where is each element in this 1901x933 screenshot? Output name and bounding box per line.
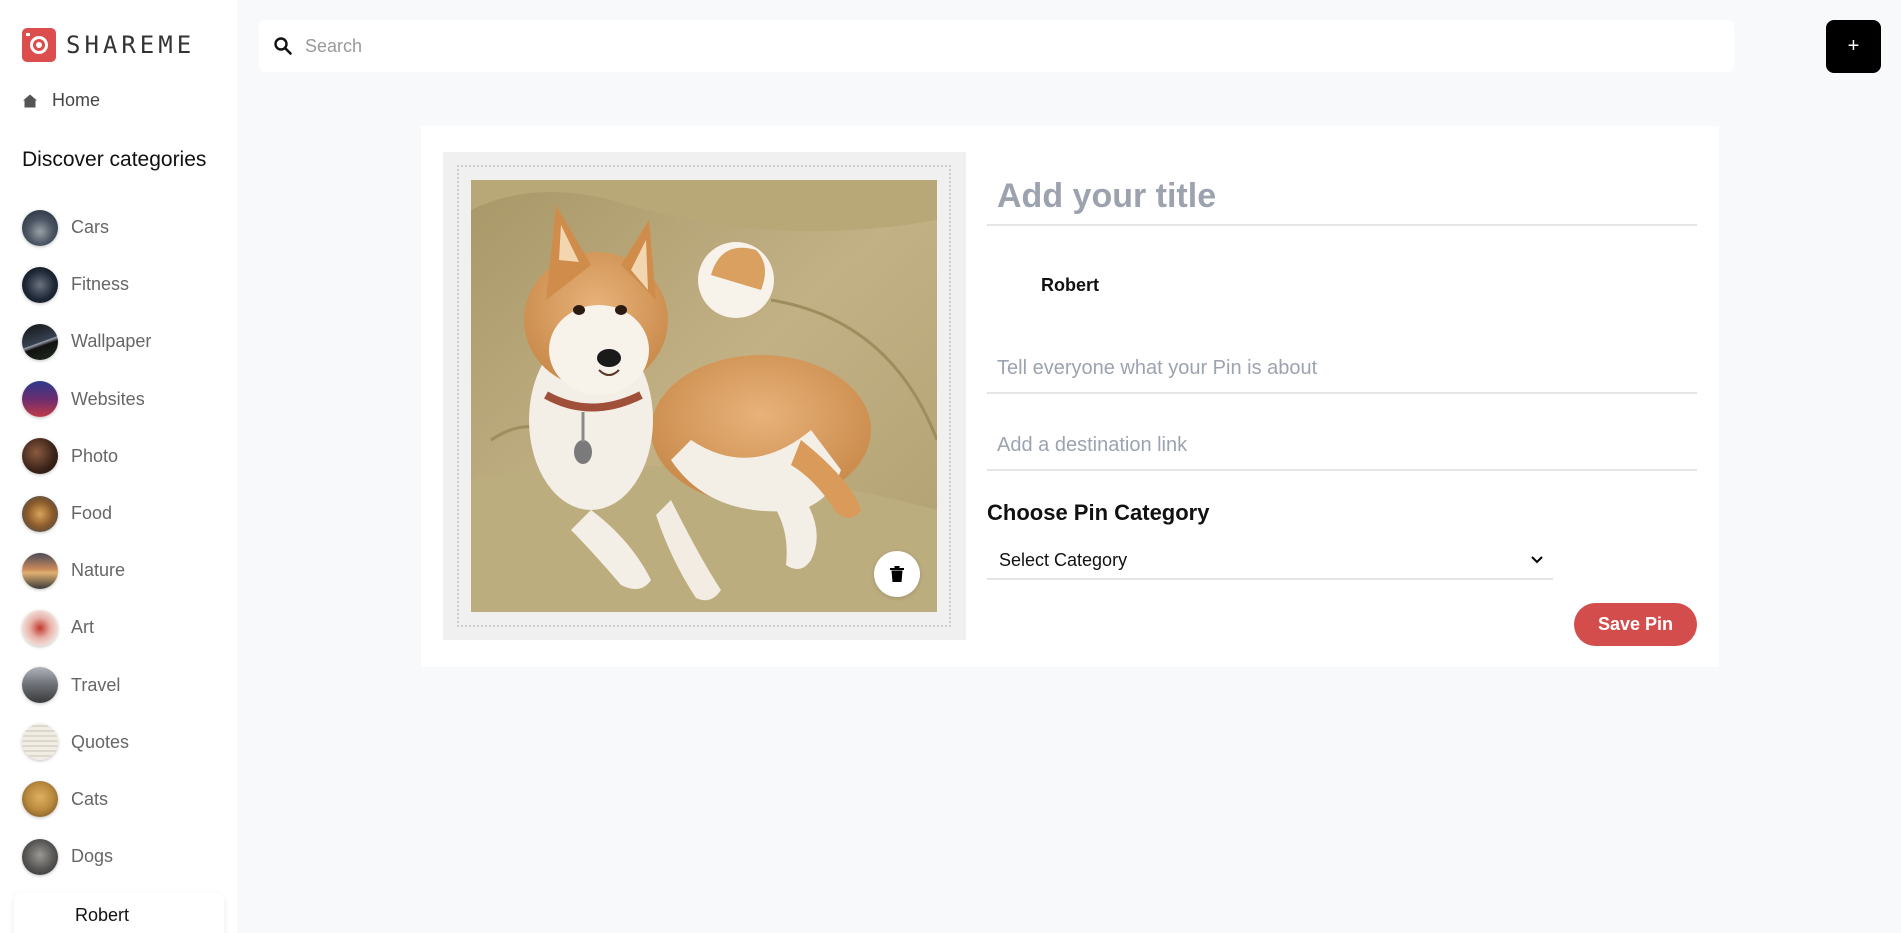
category-thumbnail — [22, 438, 58, 475]
sidebar-item-label: Dogs — [71, 846, 114, 867]
sidebar-item-wallpaper[interactable]: Wallpaper — [22, 313, 151, 370]
category-thumbnail — [22, 381, 58, 418]
app-logo[interactable]: SHAREME — [22, 28, 195, 62]
title-input[interactable] — [987, 168, 1697, 226]
sidebar-item-label: Art — [71, 617, 95, 638]
search-icon — [274, 37, 292, 55]
sidebar-item-quotes[interactable]: Quotes — [22, 714, 151, 771]
sidebar-item-fitness[interactable]: Fitness — [22, 256, 151, 313]
home-icon — [23, 94, 37, 107]
sidebar-item-cats[interactable]: Cats — [22, 771, 151, 828]
sidebar-item-label: Fitness — [71, 274, 130, 295]
sidebar-item-label: Nature — [71, 560, 126, 581]
logo-text: SHAREME — [66, 31, 196, 59]
sidebar-item-label: Photo — [71, 445, 119, 466]
category-thumbnail — [22, 552, 58, 589]
sidebar-item-home[interactable]: Home — [22, 90, 100, 111]
sidebar-item-label: Wallpaper — [71, 331, 152, 352]
save-pin-button[interactable]: Save Pin — [1574, 603, 1697, 646]
category-thumbnail — [22, 838, 58, 875]
sidebar-item-label: Cars — [71, 217, 110, 238]
sidebar-item-label: Home — [52, 90, 101, 110]
search-input[interactable] — [305, 35, 1685, 57]
camera-icon — [22, 28, 56, 62]
category-thumbnail — [22, 495, 58, 532]
chevron-down-icon — [1531, 556, 1543, 564]
sidebar-item-nature[interactable]: Nature — [22, 542, 151, 599]
category-list: Cars Fitness Wallpaper Websites Photo Fo… — [22, 199, 151, 885]
user-name: Robert — [75, 905, 130, 925]
search-bar[interactable] — [259, 20, 1734, 72]
sidebar-item-label: Quotes — [71, 731, 130, 752]
author-name: Robert — [1041, 275, 1099, 295]
sidebar-item-food[interactable]: Food — [22, 485, 151, 542]
sidebar: SHAREME Home Discover categories Cars Fi… — [0, 0, 237, 933]
sidebar-item-websites[interactable]: Websites — [22, 371, 151, 428]
sidebar-item-dogs[interactable]: Dogs — [22, 828, 151, 885]
category-thumbnail — [22, 209, 58, 246]
user-profile-link[interactable]: Robert — [14, 893, 224, 933]
delete-image-button[interactable] — [874, 551, 920, 597]
sidebar-item-label: Websites — [71, 388, 145, 409]
sidebar-item-art[interactable]: Art — [22, 599, 151, 656]
discover-categories-heading: Discover categories — [22, 148, 207, 171]
sidebar-item-label: Food — [71, 503, 113, 524]
sidebar-item-cars[interactable]: Cars — [22, 199, 151, 256]
category-select-value: Select Category — [999, 549, 1128, 570]
category-thumbnail — [22, 323, 58, 360]
uploaded-image — [471, 180, 937, 612]
create-pin-button[interactable]: + — [1826, 20, 1881, 73]
sidebar-item-photo[interactable]: Photo — [22, 428, 151, 485]
image-upload-area — [443, 152, 966, 640]
category-heading: Choose Pin Category — [987, 500, 1210, 525]
about-input[interactable] — [987, 344, 1697, 394]
category-thumbnail — [22, 781, 58, 818]
sidebar-item-label: Cats — [71, 788, 109, 809]
category-thumbnail — [22, 667, 58, 704]
sidebar-item-travel[interactable]: Travel — [22, 657, 151, 714]
category-thumbnail — [22, 266, 58, 303]
category-thumbnail — [22, 609, 58, 646]
category-thumbnail — [22, 724, 58, 761]
category-select[interactable]: Select Category — [987, 542, 1553, 580]
trash-icon — [890, 566, 904, 582]
create-pin-form: Robert Choose Pin Category Select Catego… — [421, 126, 1719, 667]
destination-link-input[interactable] — [987, 421, 1697, 471]
sidebar-item-label: Travel — [71, 674, 121, 695]
